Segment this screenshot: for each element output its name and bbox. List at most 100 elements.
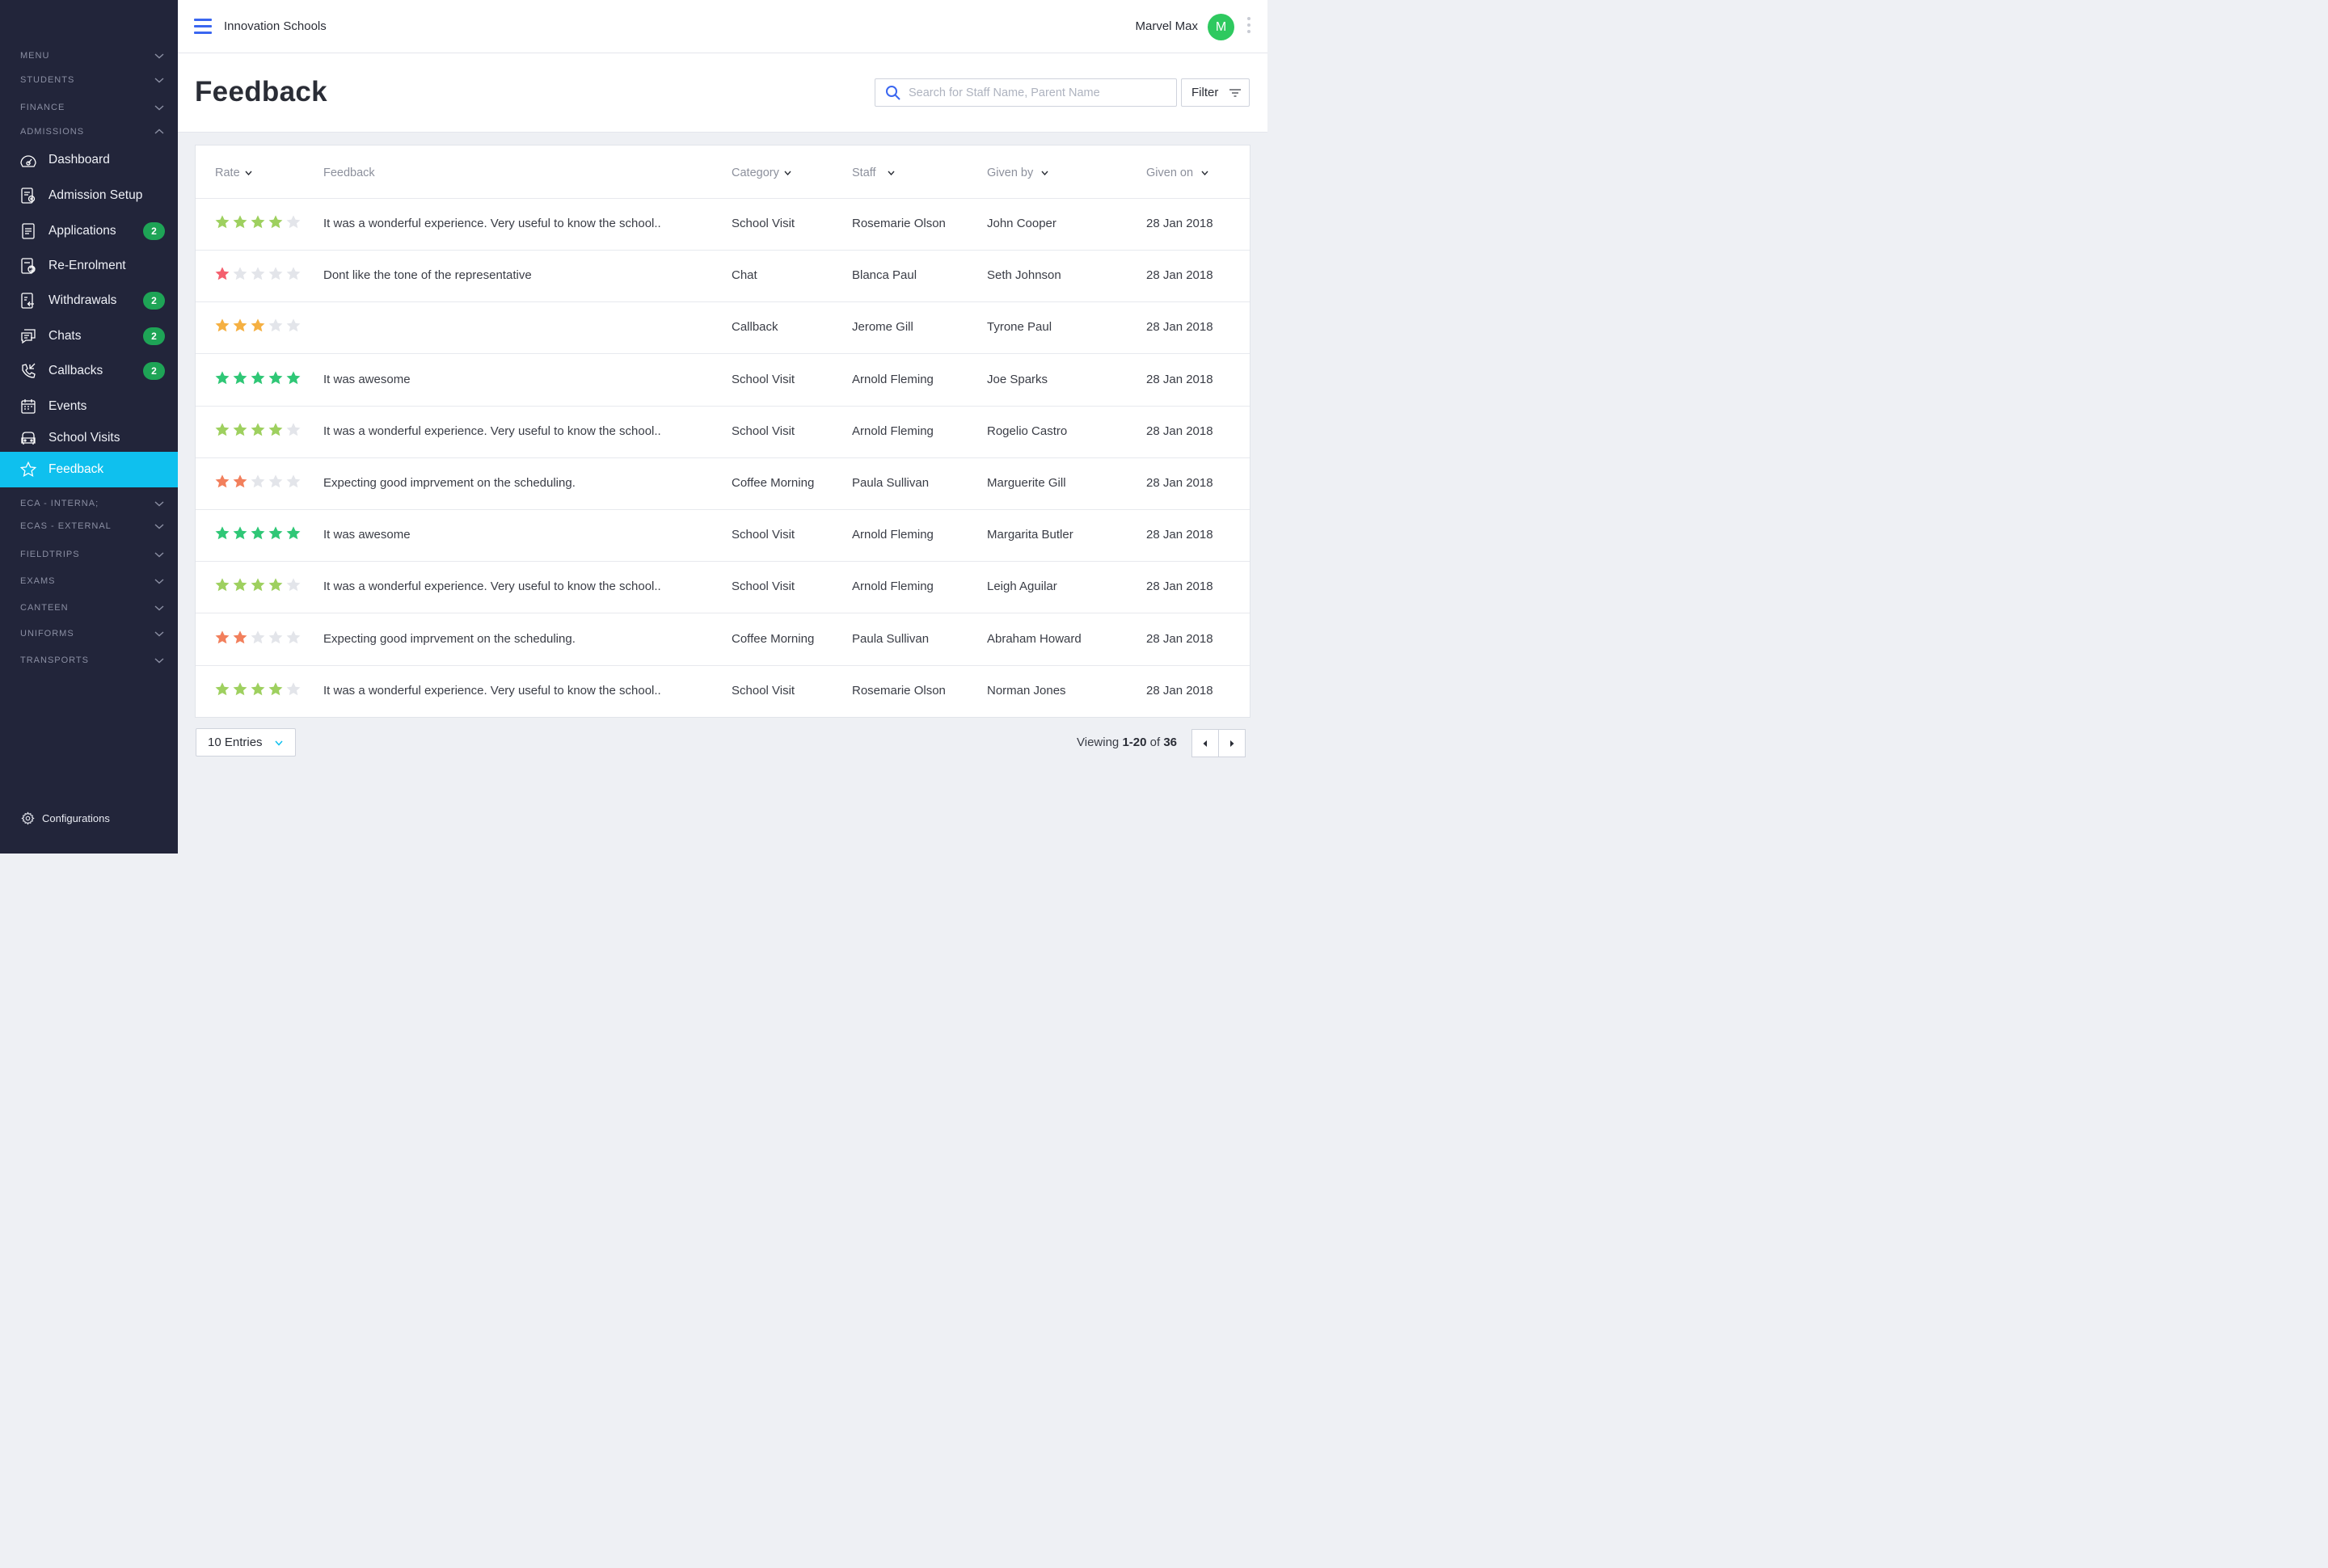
star-rating [214, 318, 303, 333]
search-input[interactable] [909, 86, 1159, 99]
sidebar-section-canteen[interactable]: CANTEEN [0, 597, 178, 618]
callbacks-count-badge: 2 [143, 362, 165, 380]
table-row[interactable]: Callback Jerome Gill Tyrone Paul 28 Jan 201… [196, 302, 1250, 355]
callbacks-icon [19, 362, 37, 380]
chevron-down-icon [154, 579, 164, 584]
search-box[interactable] [875, 78, 1177, 107]
more-options-icon[interactable] [1246, 17, 1251, 38]
sidebar-item-label: Chats [48, 329, 82, 343]
star-filled-icon [251, 370, 265, 384]
star-filled-icon [251, 215, 265, 229]
filter-icon [1229, 89, 1241, 97]
staff-cell: Arnold Fleming [852, 372, 934, 386]
page-header: Feedback Filter [178, 53, 1267, 133]
star-filled-icon [233, 474, 247, 488]
applications-icon [19, 222, 37, 240]
category-cell: School Visit [732, 372, 795, 386]
star-filled-icon [268, 370, 283, 384]
sidebar-item-label: Feedback [48, 462, 104, 476]
sidebar-item-withdrawals[interactable]: Withdrawals 2 [0, 285, 178, 317]
star-filled-icon [268, 526, 283, 540]
table-row[interactable]: It was a wonderful experience. Very usef… [196, 562, 1250, 614]
table-row[interactable]: It was a wonderful experience. Very usef… [196, 407, 1250, 458]
sidebar-section-students[interactable]: STUDENTS [0, 70, 178, 91]
sidebar-section-transports[interactable]: TRANSPORTS [0, 650, 178, 671]
sidebar-item-chats[interactable]: Chats 2 [0, 320, 178, 352]
feedback-table: Rate Feedback Category Staff Given by Gi… [195, 145, 1250, 718]
star-rating [214, 422, 303, 437]
table-row[interactable]: It was awesome School Visit Arnold Fleming… [196, 355, 1250, 407]
sidebar-section-fieldtrips[interactable]: FIELDTRIPS [0, 544, 178, 565]
table-row[interactable]: It was a wonderful experience. Very usef… [196, 199, 1250, 251]
table-header: Rate Feedback Category Staff Given by Gi… [196, 145, 1250, 199]
table-row[interactable]: Dont like the tone of the representative… [196, 251, 1250, 303]
star-filled-icon [215, 370, 230, 384]
previous-page-button[interactable] [1191, 729, 1219, 757]
sidebar-item-school-visits[interactable]: School Visits [0, 422, 178, 454]
star-filled-icon [233, 526, 247, 540]
next-page-button[interactable] [1218, 729, 1246, 757]
star-empty-icon [286, 474, 301, 488]
column-header-given-on[interactable]: Given on [1146, 166, 1208, 179]
sidebar-section-admissions[interactable]: ADMISSIONS [0, 121, 178, 142]
given-on-cell: 28 Jan 2018 [1146, 320, 1213, 335]
column-header-label: Feedback [323, 166, 375, 179]
sidebar-item-dashboard[interactable]: Dashboard [0, 144, 178, 176]
star-filled-icon [215, 526, 230, 540]
star-rating [214, 370, 303, 386]
sidebar: MENU STUDENTS FINANCE ADMISSIONS Dashboa… [0, 0, 178, 854]
viewing-total: 36 [1163, 736, 1178, 749]
sidebar-item-applications[interactable]: Applications 2 [0, 215, 178, 247]
user-name[interactable]: Marvel Max [1135, 19, 1198, 33]
star-filled-icon [251, 318, 265, 332]
sidebar-item-re-enrolment[interactable]: Re-Enrolment [0, 250, 178, 282]
sidebar-section-uniforms[interactable]: UNIFORMS [0, 623, 178, 644]
re-enrolment-icon [19, 257, 37, 275]
filter-button[interactable]: Filter [1181, 78, 1250, 107]
entries-per-page-select[interactable]: 10 Entries [196, 728, 296, 757]
staff-cell: Paula Sullivan [852, 476, 930, 490]
withdrawals-icon [19, 292, 37, 310]
given-by-cell: Rogelio Castro [987, 424, 1068, 438]
staff-cell: Arnold Fleming [852, 424, 934, 438]
sidebar-section-menu[interactable]: MENU [0, 45, 178, 66]
given-by-cell: Seth Johnson [987, 268, 1061, 283]
configurations-link[interactable]: Configurations [21, 811, 110, 825]
sidebar-section-eca-internal[interactable]: ECA - INTERNA; [0, 493, 178, 514]
chevron-down-icon [154, 552, 164, 558]
table-row[interactable]: It was awesome School Visit Arnold Fleming… [196, 510, 1250, 563]
table-row[interactable]: Expecting good imprvement on the schedul… [196, 614, 1250, 666]
sidebar-item-callbacks[interactable]: Callbacks 2 [0, 355, 178, 387]
sidebar-item-label: Dashboard [48, 153, 110, 166]
sidebar-section-label: STUDENTS [20, 75, 75, 85]
configurations-label: Configurations [42, 812, 110, 824]
column-header-rate[interactable]: Rate [215, 166, 252, 179]
column-header-feedback[interactable]: Feedback [323, 166, 375, 179]
sidebar-section-finance[interactable]: FINANCE [0, 97, 178, 118]
column-header-staff[interactable]: Staff [852, 166, 895, 179]
avatar[interactable]: M [1208, 14, 1234, 40]
sidebar-item-label: Applications [48, 224, 116, 238]
staff-cell: Rosemarie Olson [852, 217, 946, 230]
staff-cell: Arnold Fleming [852, 580, 934, 594]
sidebar-section-label: FINANCE [20, 103, 65, 112]
table-row[interactable]: Expecting good imprvement on the schedul… [196, 458, 1250, 510]
star-empty-icon [286, 578, 301, 592]
category-cell: School Visit [732, 683, 795, 698]
sidebar-section-exams[interactable]: EXAMS [0, 571, 178, 592]
hamburger-menu-icon[interactable] [194, 19, 212, 35]
star-empty-icon [251, 474, 265, 488]
given-on-cell: 28 Jan 2018 [1146, 217, 1213, 230]
star-filled-icon [251, 578, 265, 592]
star-empty-icon [286, 630, 301, 643]
table-row[interactable]: It was a wonderful experience. Very usef… [196, 666, 1250, 718]
sidebar-section-ecas-external[interactable]: ECAS - EXTERNAL [0, 516, 178, 537]
sidebar-item-admission-setup[interactable]: Admission Setup [0, 179, 178, 212]
feedback-cell: It was a wonderful experience. Very usef… [323, 683, 661, 698]
star-filled-icon [268, 423, 283, 436]
column-header-given-by[interactable]: Given by [987, 166, 1048, 179]
sidebar-item-label: Events [48, 399, 87, 413]
sidebar-item-events[interactable]: Events [0, 390, 178, 423]
column-header-category[interactable]: Category [732, 166, 791, 179]
sidebar-item-feedback[interactable]: Feedback [0, 452, 178, 487]
